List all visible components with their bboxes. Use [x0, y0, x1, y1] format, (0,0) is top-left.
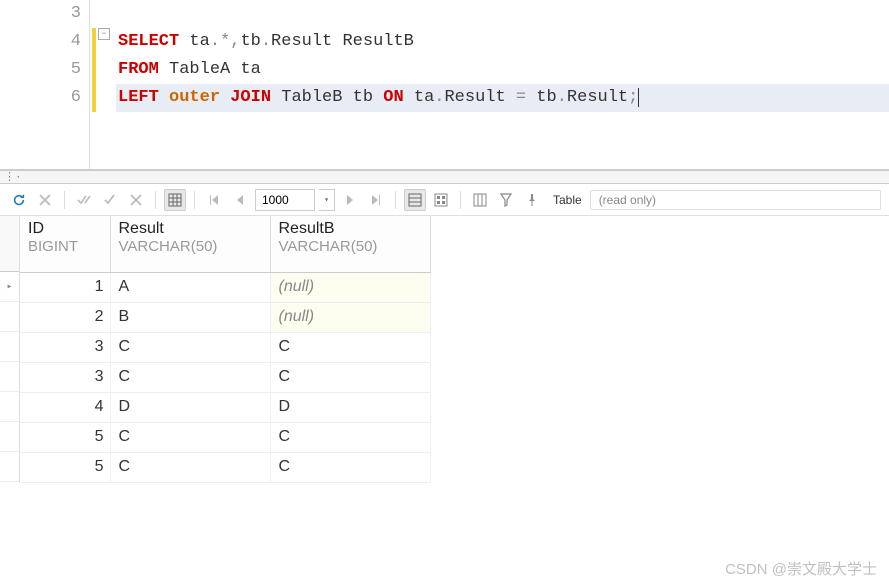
cell-resultb[interactable]: C [270, 332, 430, 362]
column-header[interactable]: ResultVARCHAR(50) [110, 216, 270, 272]
table-row[interactable]: 2B(null) [20, 302, 430, 332]
table-row[interactable]: 5CC [20, 452, 430, 482]
code-line[interactable]: LEFT outer JOIN TableB tb ON ta.Result =… [116, 84, 889, 112]
row-marker[interactable] [0, 452, 19, 482]
form-view-button[interactable] [430, 189, 452, 211]
code-line[interactable] [116, 0, 889, 28]
cell-id[interactable]: 1 [20, 272, 110, 302]
pin-button[interactable] [521, 189, 543, 211]
cell-id[interactable]: 3 [20, 362, 110, 392]
sql-editor[interactable]: 3456 − SELECT ta.*,tb.Result ResultBFROM… [0, 0, 889, 170]
cell-resultb[interactable]: (null) [270, 302, 430, 332]
prev-page-button[interactable] [229, 189, 251, 211]
cell-result[interactable]: A [110, 272, 270, 302]
line-number: 5 [0, 56, 81, 84]
code-line[interactable]: FROM TableA ta [116, 56, 889, 84]
row-marker[interactable]: ▸ [0, 272, 19, 302]
grid-mode-button[interactable] [164, 189, 186, 211]
status-field[interactable]: (read only) [590, 190, 881, 210]
cell-id[interactable]: 2 [20, 302, 110, 332]
results-grid[interactable]: IDBIGINTResultVARCHAR(50)ResultBVARCHAR(… [20, 216, 889, 483]
row-marker[interactable] [0, 362, 19, 392]
line-number-gutter: 3456 [0, 0, 90, 169]
fold-gutter: − [98, 0, 116, 169]
table-row[interactable]: 4DD [20, 392, 430, 422]
accept-edit-button[interactable] [73, 189, 95, 211]
cell-resultb[interactable]: D [270, 392, 430, 422]
cell-id[interactable]: 4 [20, 392, 110, 422]
row-marker[interactable] [0, 302, 19, 332]
reject-button[interactable] [125, 189, 147, 211]
table-row[interactable]: 5CC [20, 422, 430, 452]
cancel-button[interactable] [34, 189, 56, 211]
watermark-text: CSDN @崇文殿大学士 [725, 558, 877, 579]
next-page-button[interactable] [339, 189, 361, 211]
view-mode-label: Table [553, 193, 582, 207]
row-marker[interactable] [0, 332, 19, 362]
cell-result[interactable]: C [110, 422, 270, 452]
line-number: 4 [0, 28, 81, 56]
cell-result[interactable]: C [110, 362, 270, 392]
row-limit-input[interactable] [255, 189, 315, 211]
cell-resultb[interactable]: (null) [270, 272, 430, 302]
table-row[interactable]: 1A(null) [20, 272, 430, 302]
code-area[interactable]: SELECT ta.*,tb.Result ResultBFROM TableA… [116, 0, 889, 169]
cell-resultb[interactable]: C [270, 452, 430, 482]
cell-resultb[interactable]: C [270, 362, 430, 392]
splitter-handle-icon: ⋮· [4, 170, 22, 184]
fold-toggle-icon[interactable]: − [98, 28, 110, 40]
refresh-button[interactable] [8, 189, 30, 211]
row-marker[interactable] [0, 422, 19, 452]
cell-result[interactable]: C [110, 452, 270, 482]
columns-button[interactable] [469, 189, 491, 211]
line-number: 6 [0, 84, 81, 112]
pane-splitter[interactable]: ⋮· [0, 170, 889, 184]
first-page-button[interactable] [203, 189, 225, 211]
last-page-button[interactable] [365, 189, 387, 211]
row-marker[interactable] [0, 392, 19, 422]
table-row[interactable]: 3CC [20, 362, 430, 392]
cell-id[interactable]: 3 [20, 332, 110, 362]
table-view-button[interactable] [404, 189, 426, 211]
results-grid-area: ▸ IDBIGINTResultVARCHAR(50)ResultBVARCHA… [0, 216, 889, 483]
results-toolbar: ▾ Table (read only) [0, 184, 889, 216]
row-marker-gutter: ▸ [0, 216, 20, 483]
code-line[interactable]: SELECT ta.*,tb.Result ResultB [116, 28, 889, 56]
cell-result[interactable]: D [110, 392, 270, 422]
accept-single-button[interactable] [99, 189, 121, 211]
column-header[interactable]: IDBIGINT [20, 216, 110, 272]
row-limit-dropdown[interactable]: ▾ [319, 189, 335, 211]
cell-result[interactable]: B [110, 302, 270, 332]
line-number: 3 [0, 0, 81, 28]
filter-button[interactable] [495, 189, 517, 211]
cell-id[interactable]: 5 [20, 452, 110, 482]
cell-resultb[interactable]: C [270, 422, 430, 452]
cell-id[interactable]: 5 [20, 422, 110, 452]
cell-result[interactable]: C [110, 332, 270, 362]
change-indicator-bar [90, 0, 98, 169]
column-header[interactable]: ResultBVARCHAR(50) [270, 216, 430, 272]
table-row[interactable]: 3CC [20, 332, 430, 362]
